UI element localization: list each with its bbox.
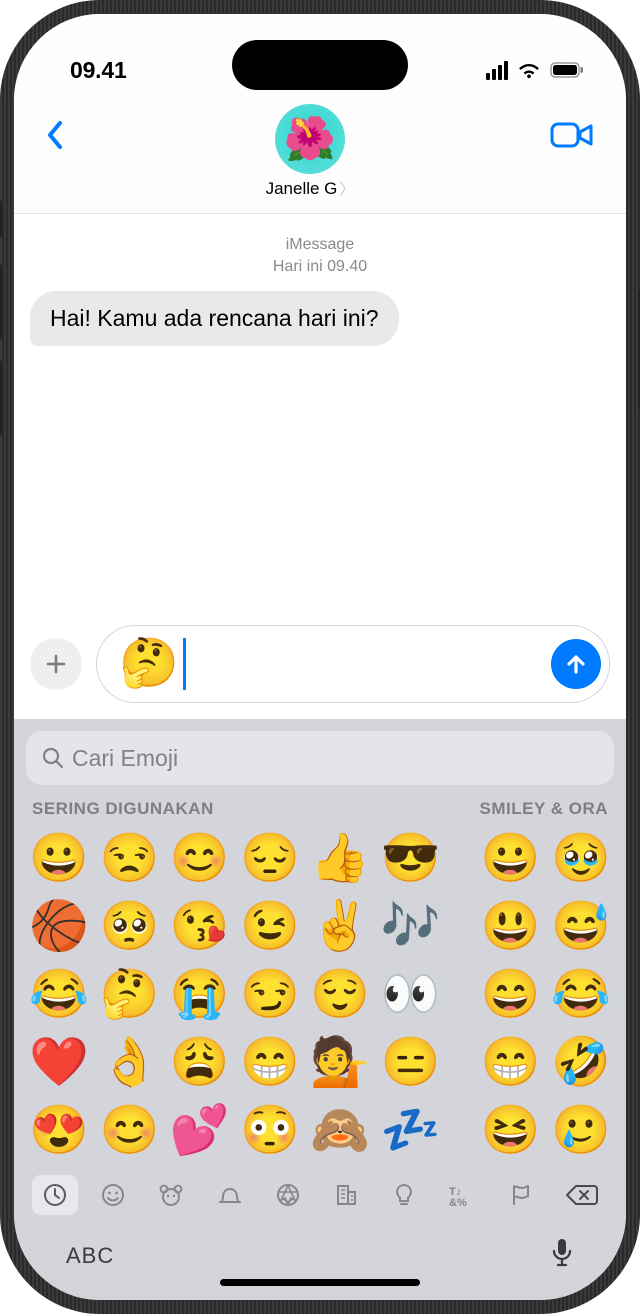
emoji-key[interactable]: 💤 [377, 1103, 443, 1159]
category-travel[interactable] [323, 1175, 369, 1215]
emoji-key[interactable]: 😁 [237, 1035, 303, 1091]
wifi-icon [517, 61, 541, 79]
emoji-key[interactable]: ✌️ [307, 899, 373, 955]
send-button[interactable] [551, 639, 601, 689]
grid-spacer [448, 899, 474, 955]
emoji-key[interactable]: 💁 [307, 1035, 373, 1091]
emoji-key[interactable]: 😩 [167, 1035, 233, 1091]
service-label: iMessage [30, 234, 610, 256]
emoji-search-input[interactable]: Cari Emoji [26, 731, 614, 785]
grid-spacer [448, 831, 474, 887]
home-indicator[interactable] [220, 1279, 420, 1286]
grid-spacer [448, 1103, 474, 1159]
emoji-key[interactable]: 😂 [548, 967, 614, 1023]
emoji-key[interactable]: 👀 [377, 967, 443, 1023]
timestamp-label: Hari ini 09.40 [30, 256, 610, 278]
dynamic-island [232, 40, 408, 90]
chevron-right-icon: 〉 [339, 178, 354, 199]
status-time: 09.41 [70, 57, 127, 84]
section-label-frequent: SERING DIGUNAKAN [32, 799, 214, 819]
emoji-key[interactable]: 😭 [167, 967, 233, 1023]
battery-icon [550, 62, 584, 78]
emoji-key[interactable]: 😊 [167, 831, 233, 887]
emoji-search-placeholder: Cari Emoji [72, 745, 178, 772]
avatar-emoji: 🌺 [284, 115, 336, 164]
grid-spacer [448, 1035, 474, 1091]
emoji-key[interactable]: 😉 [237, 899, 303, 955]
emoji-key[interactable]: 💕 [167, 1103, 233, 1159]
category-objects[interactable] [381, 1175, 427, 1215]
facetime-button[interactable] [546, 116, 598, 159]
emoji-key[interactable]: ❤️ [26, 1035, 92, 1091]
emoji-key[interactable]: 😏 [237, 967, 303, 1023]
category-food[interactable] [207, 1175, 253, 1215]
emoji-key[interactable]: 😘 [167, 899, 233, 955]
volume-up-button [0, 264, 2, 340]
emoji-key[interactable]: 🥺 [96, 899, 162, 955]
emoji-key[interactable]: 🥹 [548, 831, 614, 887]
emoji-key[interactable]: 😀 [26, 831, 92, 887]
emoji-key[interactable]: 😍 [26, 1103, 92, 1159]
cellular-icon [486, 61, 508, 80]
emoji-key[interactable]: 😂 [26, 967, 92, 1023]
side-button [0, 200, 2, 238]
incoming-message[interactable]: Hai! Kamu ada rencana hari ini? [30, 291, 399, 346]
emoji-key[interactable]: 🎶 [377, 899, 443, 955]
category-recent[interactable] [32, 1175, 78, 1215]
emoji-key[interactable]: 👍 [307, 831, 373, 887]
iphone-frame: 09.41 🌺 [0, 0, 640, 1314]
message-meta: iMessage Hari ini 09.40 [30, 234, 610, 277]
message-input[interactable]: 🤔 [96, 625, 610, 703]
compose-bar: 🤔 [14, 615, 626, 719]
emoji-key[interactable]: 🥲 [548, 1103, 614, 1159]
conversation-area[interactable]: iMessage Hari ini 09.40 Hai! Kamu ada re… [14, 214, 626, 615]
section-label-smileys: SMILEY & ORA [480, 799, 608, 819]
contact-name-label: Janelle G [266, 179, 338, 199]
emoji-key[interactable]: 😒 [96, 831, 162, 887]
emoji-key[interactable]: 🏀 [26, 899, 92, 955]
emoji-keyboard: Cari Emoji SERING DIGUNAKAN SMILEY & ORA… [14, 719, 626, 1300]
conversation-header: 🌺 Janelle G 〉 [14, 102, 626, 214]
emoji-key[interactable]: 😆 [478, 1103, 544, 1159]
emoji-key[interactable]: 👌 [96, 1035, 162, 1091]
emoji-key[interactable]: 🤣 [548, 1035, 614, 1091]
emoji-key[interactable]: 😃 [478, 899, 544, 955]
emoji-key[interactable]: 😳 [237, 1103, 303, 1159]
delete-button[interactable] [556, 1182, 608, 1208]
text-caret [183, 638, 186, 690]
search-icon [42, 747, 64, 769]
emoji-key[interactable]: 😀 [478, 831, 544, 887]
emoji-key[interactable]: 😄 [478, 967, 544, 1023]
emoji-key[interactable]: 😁 [478, 1035, 544, 1091]
emoji-key[interactable]: 😊 [96, 1103, 162, 1159]
emoji-key[interactable]: 😑 [377, 1035, 443, 1091]
category-activity[interactable] [265, 1175, 311, 1215]
emoji-key[interactable]: 😅 [548, 899, 614, 955]
emoji-grid: 😀😒😊😔👍😎😀🥹🏀🥺😘😉✌️🎶😃😅😂🤔😭😏😌👀😄😂❤️👌😩😁💁😑😁🤣😍😊💕😳🙈💤… [26, 827, 614, 1169]
category-symbols[interactable]: T♪&% [440, 1175, 486, 1215]
svg-text:&%: &% [449, 1197, 467, 1207]
contact-name-button[interactable]: Janelle G 〉 [266, 178, 355, 199]
emoji-category-bar: T♪&% [26, 1169, 614, 1219]
emoji-key[interactable]: 😎 [377, 831, 443, 887]
emoji-key[interactable]: 🤔 [96, 967, 162, 1023]
abc-keyboard-button[interactable]: ABC [66, 1243, 114, 1269]
category-animals[interactable] [148, 1175, 194, 1215]
contact-avatar[interactable]: 🌺 [275, 104, 345, 174]
apps-button[interactable] [30, 638, 82, 690]
category-flags[interactable] [498, 1175, 544, 1215]
category-smileys[interactable] [90, 1175, 136, 1215]
dictation-button[interactable] [550, 1237, 574, 1274]
compose-content: 🤔 [119, 640, 179, 688]
grid-spacer [448, 967, 474, 1023]
emoji-key[interactable]: 😌 [307, 967, 373, 1023]
back-button[interactable] [38, 116, 74, 159]
volume-down-button [0, 360, 2, 436]
emoji-key[interactable]: 😔 [237, 831, 303, 887]
emoji-key[interactable]: 🙈 [307, 1103, 373, 1159]
